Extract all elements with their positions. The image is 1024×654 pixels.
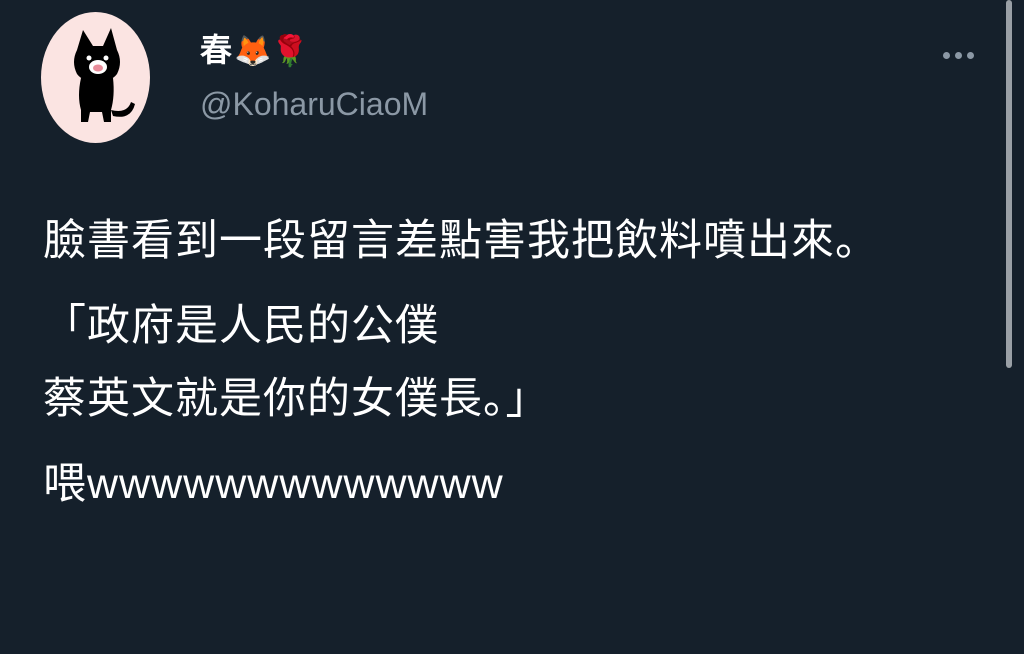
author-display-name[interactable]: 春🦊🌹 bbox=[200, 30, 309, 72]
black-cat-avatar-icon bbox=[74, 28, 135, 122]
display-name-text: 春 bbox=[200, 31, 233, 69]
more-options-button[interactable] bbox=[938, 40, 978, 70]
tweet-paragraph-1: 臉書看到一段留言差點害我把飲料噴出來。 bbox=[43, 216, 879, 266]
scrollbar[interactable] bbox=[1006, 0, 1012, 654]
tweet-paragraph-3: 喂wwwwwwwwwwwww bbox=[43, 448, 988, 521]
tweet-paragraph-3-laughter: wwwwwwwwwwwww bbox=[87, 460, 504, 508]
more-horizontal-icon bbox=[942, 51, 950, 59]
tweet-paragraph-2: 「政府是人民的公僕蔡英文就是你的女僕長。」 bbox=[43, 290, 988, 436]
tweet-quote-line-1: 「政府是人民的公僕 bbox=[43, 301, 439, 351]
tweet-quote-line-2: 蔡英文就是你的女僕長。」 bbox=[43, 374, 550, 424]
name-emojis: 🦊🌹 bbox=[234, 34, 309, 69]
tweet-paragraph-3-prefix: 喂 bbox=[43, 459, 87, 509]
more-horizontal-icon-dot bbox=[966, 51, 974, 59]
author-handle[interactable]: @KoharuCiaoM bbox=[200, 84, 428, 124]
tweet-text: 臉書看到一段留言差點害我把飲料噴出來。 「政府是人民的公僕蔡英文就是你的女僕長。… bbox=[43, 205, 988, 521]
more-horizontal-icon-dot bbox=[954, 51, 962, 59]
scrollbar-thumb[interactable] bbox=[1006, 0, 1012, 368]
avatar[interactable] bbox=[41, 12, 150, 143]
